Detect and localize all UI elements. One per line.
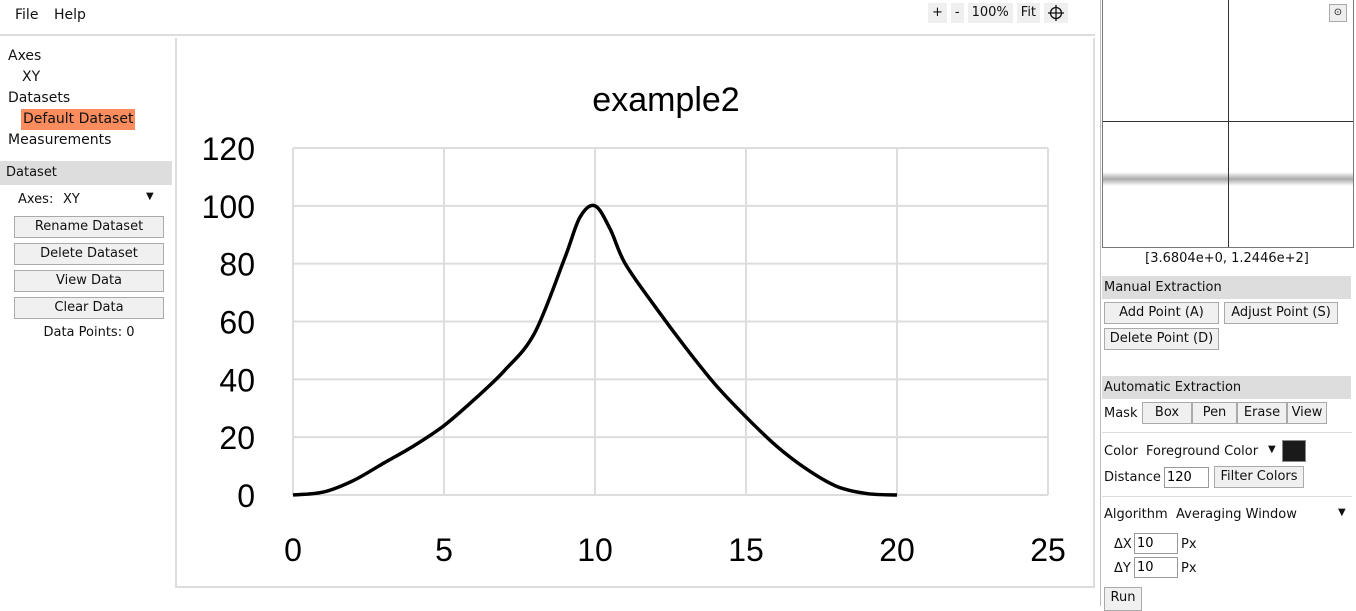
mask-erase-button[interactable]: Erase [1237, 402, 1287, 424]
zoom-level[interactable]: 100% [967, 3, 1013, 23]
dropdown-arrow-icon: ▼ [1338, 507, 1346, 518]
delete-point-button[interactable]: Delete Point (D) [1104, 328, 1219, 350]
x-tick-label: 10 [577, 532, 613, 568]
distance-input[interactable] [1164, 467, 1209, 488]
mask-label: Mask [1104, 406, 1138, 421]
crosshair-icon[interactable] [1044, 3, 1069, 23]
delete-dataset-button[interactable]: Delete Dataset [14, 243, 164, 265]
x-tick-label: 5 [435, 532, 453, 568]
distance-label: Distance [1104, 470, 1161, 485]
algorithm-label: Algorithm [1104, 507, 1168, 522]
color-label: Color [1104, 444, 1138, 459]
automatic-extraction-header: Automatic Extraction [1102, 376, 1351, 399]
y-tick-label: 20 [219, 420, 255, 456]
x-tick-label: 15 [728, 532, 764, 568]
dx-label: ΔX [1114, 537, 1132, 552]
zoom-toolbar: + - 100% Fit [928, 3, 1069, 23]
tree-measurements[interactable]: Measurements [8, 130, 172, 151]
dx-input[interactable] [1134, 533, 1178, 554]
magnifier-view: ⊙ [1102, 0, 1354, 248]
zoom-out-button[interactable]: - [950, 3, 964, 23]
x-tick-label: 20 [879, 532, 915, 568]
y-tick-label: 60 [219, 305, 255, 341]
filter-colors-button[interactable]: Filter Colors [1214, 466, 1304, 488]
axes-select[interactable]: Axes: XY ▼ [0, 185, 172, 211]
y-tick-label: 0 [237, 478, 255, 514]
menu-bar: File Help + - 100% Fit [0, 0, 1095, 36]
right-sidebar: ⊙ [3.6804e+0, 1.2446e+2] Manual Extracti… [1100, 0, 1356, 611]
mask-box-button[interactable]: Box [1142, 402, 1192, 424]
tree-view: Axes XY Datasets Default Dataset Measure… [0, 38, 172, 151]
tree-axes-xy[interactable]: XY [8, 67, 172, 88]
y-tick-label: 100 [202, 189, 255, 225]
axes-select-value: XY [63, 192, 80, 207]
tree-datasets[interactable]: Datasets [8, 88, 172, 109]
plot-canvas[interactable]: example2 0 5 10 15 20 25 0 20 40 60 80 100 120 [175, 38, 1095, 588]
dy-unit: Px [1181, 561, 1197, 576]
dy-label: ΔY [1114, 561, 1131, 576]
tree-default-dataset[interactable]: Default Dataset [21, 109, 136, 130]
dataset-section-header: Dataset [0, 161, 172, 185]
algorithm-select[interactable]: Averaging Window [1176, 507, 1346, 522]
clear-data-button[interactable]: Clear Data [14, 297, 164, 319]
chart-title: example2 [592, 81, 739, 119]
rename-dataset-button[interactable]: Rename Dataset [14, 216, 164, 238]
dy-input[interactable] [1134, 557, 1178, 578]
tree-axes[interactable]: Axes [8, 46, 172, 67]
fit-button[interactable]: Fit [1016, 3, 1041, 23]
zoom-in-button[interactable]: + [928, 3, 947, 23]
menu-file[interactable]: File [15, 7, 38, 23]
mask-pen-button[interactable]: Pen [1192, 402, 1237, 424]
cursor-coordinates: [3.6804e+0, 1.2446e+2] [1145, 251, 1309, 266]
x-tick-label: 25 [1030, 532, 1066, 568]
left-sidebar: Axes XY Datasets Default Dataset Measure… [0, 38, 172, 340]
run-button[interactable]: Run [1104, 587, 1142, 611]
dx-unit: Px [1181, 537, 1197, 552]
color-swatch[interactable] [1282, 440, 1306, 462]
manual-extraction-header: Manual Extraction [1102, 276, 1351, 299]
menu-help[interactable]: Help [54, 7, 86, 23]
y-tick-label: 80 [219, 247, 255, 283]
mask-view-button[interactable]: View [1287, 402, 1327, 424]
adjust-point-button[interactable]: Adjust Point (S) [1224, 302, 1338, 324]
x-tick-label: 0 [284, 532, 302, 568]
data-points-count: Data Points: 0 [43, 325, 135, 340]
view-data-button[interactable]: View Data [14, 270, 164, 292]
axes-select-label: Axes: [18, 192, 54, 207]
y-tick-label: 120 [202, 131, 255, 167]
dropdown-arrow-icon: ▼ [1268, 444, 1276, 455]
y-tick-label: 40 [219, 362, 255, 398]
color-mode-select[interactable]: Foreground Color [1146, 444, 1258, 459]
magnifier-settings-icon[interactable]: ⊙ [1329, 4, 1347, 22]
add-point-button[interactable]: Add Point (A) [1104, 302, 1219, 324]
dropdown-arrow-icon: ▼ [146, 191, 154, 202]
